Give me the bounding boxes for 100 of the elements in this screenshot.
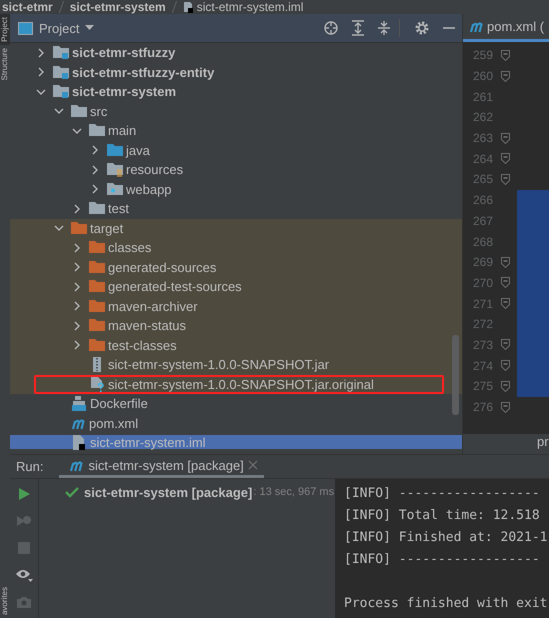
target-icon[interactable]	[323, 20, 339, 36]
tree-item[interactable]: webapp	[10, 180, 462, 199]
folder-icon	[89, 260, 105, 275]
tree-item[interactable]: sict-etmr-system-1.0.0-SNAPSHOT.jar	[10, 355, 462, 374]
run-tree-item[interactable]: sict-etmr-system [package]: 13 sec, 967 ms	[39, 483, 335, 502]
docker-file-icon	[71, 396, 87, 412]
editor-bottom-tab[interactable]: pr	[463, 434, 549, 454]
source-folder-icon	[107, 142, 123, 158]
line-number: 267	[472, 214, 493, 228]
chevron-right-icon[interactable]	[72, 282, 82, 292]
side-tab[interactable]: avorites	[0, 584, 10, 618]
chevron-right-icon[interactable]	[72, 340, 82, 350]
line-number: 276	[472, 400, 493, 414]
line-number: 268	[472, 234, 493, 249]
chevron-right-icon[interactable]	[90, 184, 100, 194]
check-icon	[65, 486, 79, 498]
folder-icon	[89, 279, 105, 294]
line-number: 270	[472, 276, 493, 290]
tree-item[interactable]: sict-etmr-system-1.0.0-SNAPSHOT.jar.original	[10, 374, 462, 394]
tree-item[interactable]: test	[10, 199, 462, 218]
module-folder-icon	[53, 84, 69, 100]
chevron-right-icon[interactable]	[36, 67, 46, 78]
maven-icon	[69, 458, 84, 472]
chevron-down-icon[interactable]	[54, 106, 64, 116]
folder-icon	[89, 240, 105, 256]
tree-item[interactable]: main	[10, 121, 462, 140]
line-number: 265	[472, 172, 493, 186]
side-tab[interactable]: Project	[0, 14, 10, 45]
tree-item[interactable]: target	[10, 218, 462, 238]
line-number: 275	[472, 379, 493, 394]
chevron-down-icon[interactable]	[36, 86, 46, 97]
tree-item[interactable]: maven-archiver	[10, 296, 462, 316]
module-folder-icon	[53, 64, 69, 80]
chevron-right-icon[interactable]	[90, 145, 100, 156]
panel-icon	[18, 22, 33, 34]
chevron-down-icon[interactable]	[54, 223, 64, 234]
chevron-right-icon[interactable]	[72, 262, 82, 272]
folder-icon	[89, 318, 105, 334]
tree-item[interactable]: maven-status	[10, 316, 462, 336]
scrollbar[interactable]	[452, 335, 459, 415]
line-number: 263	[472, 131, 493, 146]
tree-item[interactable]: generated-sources	[10, 258, 462, 277]
chevron-right-icon[interactable]	[72, 320, 82, 331]
settings-icon[interactable]	[414, 20, 430, 36]
dropdown-icon[interactable]	[85, 25, 94, 31]
panel-title[interactable]: Project	[39, 20, 80, 36]
chevron-right-icon[interactable]	[36, 48, 46, 58]
tree-item[interactable]: sict-etmr-stfuzzy	[10, 43, 462, 62]
run-tab[interactable]: sict-etmr-system [package]	[59, 455, 264, 478]
side-tab[interactable]: Structure	[0, 44, 10, 84]
line-number: 271	[472, 296, 493, 311]
tree-item[interactable]: classes	[10, 238, 462, 258]
tree-item[interactable]: sict-etmr-system	[10, 82, 462, 102]
expand-all-icon[interactable]	[351, 20, 365, 36]
console-line: [INFO] ------------------	[344, 485, 541, 504]
line-number: 261	[472, 90, 493, 104]
chevron-right-icon[interactable]	[72, 204, 82, 214]
eye-icon[interactable]	[15, 568, 33, 582]
run-label: Run:	[16, 459, 44, 474]
chevron-down-icon[interactable]	[72, 126, 82, 136]
editor-tab[interactable]: pom.xml (	[463, 14, 549, 42]
folder-icon	[71, 220, 87, 236]
module-folder-icon	[53, 45, 69, 60]
chevron-right-icon[interactable]	[72, 242, 82, 253]
console-line: [INFO] Total time: 12.518	[344, 507, 541, 526]
breadcrumb-item[interactable]: sict-etmr-system.iml	[196, 0, 304, 14]
line-number: 273	[472, 338, 493, 352]
file-icon	[182, 1, 193, 13]
resources-folder-icon	[107, 162, 123, 178]
breadcrumb-item[interactable]: sict-etmr-system	[70, 0, 166, 14]
run-icon[interactable]	[17, 487, 31, 502]
maven-icon	[71, 416, 86, 430]
line-number: 262	[472, 110, 493, 124]
line-number: 274	[472, 358, 493, 373]
tree-item[interactable]: resources	[10, 160, 462, 180]
folder-icon	[89, 298, 105, 314]
tree-item[interactable]: generated-test-sources	[10, 277, 462, 296]
close-icon	[248, 460, 258, 470]
module-file-icon	[71, 434, 87, 450]
chevron-right-icon[interactable]	[90, 164, 100, 175]
console-line: [INFO] Finished at: 2021-1	[344, 529, 548, 548]
tree-item[interactable]: java	[10, 140, 462, 160]
tree-item[interactable]: sict-etmr-stfuzzy-entity	[10, 62, 462, 82]
breadcrumb-item[interactable]: sict-etmr	[2, 0, 53, 14]
tree-item[interactable]: src	[10, 102, 462, 121]
unknown-file-icon	[89, 376, 105, 392]
line-number: 266	[472, 193, 493, 208]
maven-icon	[469, 20, 484, 33]
folder-icon	[89, 338, 105, 353]
tree-item[interactable]: Dockerfile	[10, 394, 462, 414]
tree-item[interactable]: test-classes	[10, 336, 462, 355]
folder-icon	[71, 104, 87, 119]
tree-item[interactable]: pom.xml	[10, 414, 462, 433]
console-line: [INFO] ------------------	[344, 551, 541, 570]
console-line: Process finished with exit	[344, 595, 548, 614]
line-number: 259	[472, 48, 493, 62]
chevron-right-icon[interactable]	[72, 301, 82, 312]
line-number: 264	[472, 152, 493, 166]
collapse-all-icon[interactable]	[377, 20, 391, 36]
line-number: 272	[472, 317, 493, 332]
